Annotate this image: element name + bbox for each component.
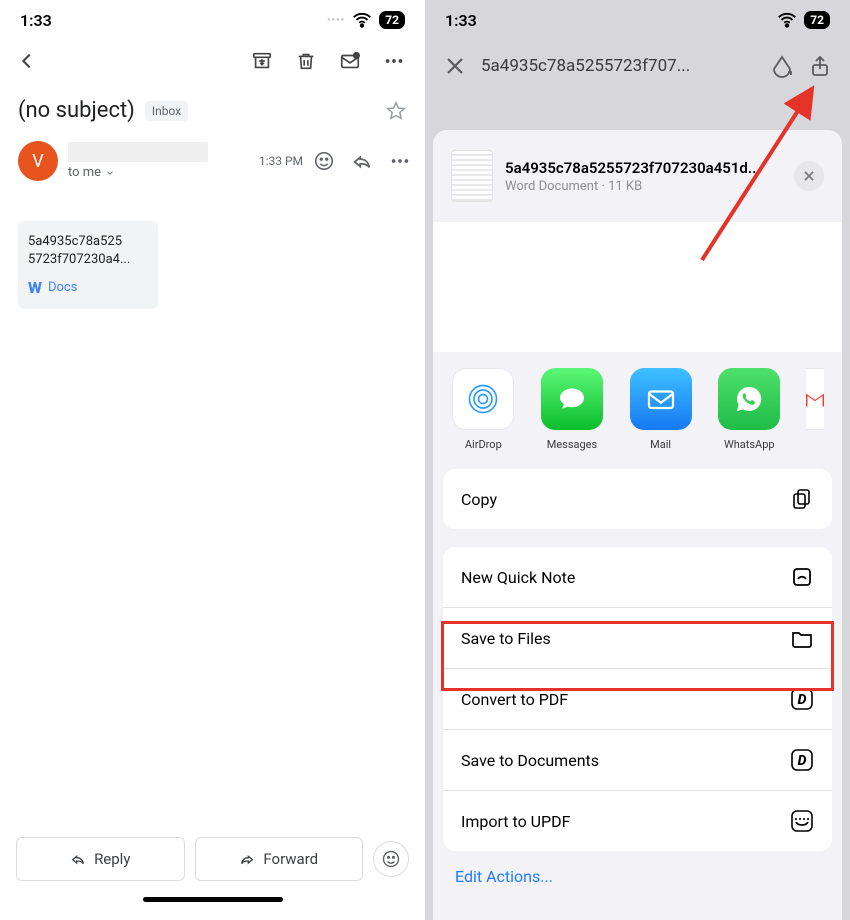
doc-thumbnail bbox=[451, 150, 493, 202]
recipient-line[interactable]: to me bbox=[68, 165, 249, 180]
svg-text:D: D bbox=[798, 753, 807, 769]
preview-title: 5a4935c78a5255723f707... bbox=[481, 56, 756, 76]
cellular-dots-icon: •••• bbox=[327, 15, 345, 26]
forward-button[interactable]: Forward bbox=[195, 837, 364, 881]
status-time: 1:33 bbox=[20, 11, 52, 30]
airdrop-icon bbox=[452, 368, 514, 430]
reply-button[interactable]: Reply bbox=[16, 837, 185, 881]
status-right: •••• 72 bbox=[327, 9, 405, 31]
attachment-name-l1: 5a4935c78a525 bbox=[28, 233, 148, 251]
reply-label: Reply bbox=[94, 850, 130, 868]
share-doc-name: 5a4935c78a5255723f707230a451d... bbox=[505, 159, 782, 177]
gmail-bottom-bar: Reply Forward bbox=[0, 837, 425, 902]
share-sheet: 5a4935c78a5255723f707230a451d... Word Do… bbox=[433, 130, 842, 920]
messages-icon bbox=[541, 368, 603, 430]
archive-icon[interactable] bbox=[251, 50, 273, 72]
avatar[interactable]: V bbox=[18, 141, 58, 181]
copy-group: Copy bbox=[443, 469, 832, 529]
action-new-quick-note[interactable]: New Quick Note bbox=[443, 547, 832, 607]
actions-group: New Quick Note Save to Files Convert to … bbox=[443, 547, 832, 851]
doc-size: 11 KB bbox=[608, 179, 642, 194]
app-label: WhatsApp bbox=[724, 438, 775, 451]
share-apps-row[interactable]: AirDrop Messages Mail WhatsApp bbox=[433, 362, 842, 451]
attachment-chip[interactable]: 5a4935c78a525 5723f707230a4... W Docs bbox=[18, 221, 158, 309]
app-messages[interactable]: Messages bbox=[540, 368, 605, 451]
updf-icon bbox=[790, 809, 814, 833]
docs-w-icon: W bbox=[28, 278, 42, 297]
copy-label: Copy bbox=[461, 490, 497, 509]
copy-icon bbox=[790, 487, 814, 511]
reply-arrow-icon bbox=[70, 851, 86, 867]
share-close-button[interactable] bbox=[794, 161, 824, 191]
message-time: 1:33 PM bbox=[259, 154, 303, 168]
sender-row[interactable]: V to me 1:33 PM bbox=[0, 127, 425, 181]
battery-badge-r: 72 bbox=[804, 11, 830, 29]
sender-name-redacted bbox=[68, 142, 208, 162]
share-doc-sub: Word Document · 11 KB bbox=[505, 179, 782, 194]
app-d-icon: D bbox=[790, 687, 814, 711]
attachment-type: Docs bbox=[48, 280, 77, 295]
status-bar-left: 1:33 •••• 72 bbox=[0, 0, 425, 40]
action-label: Convert to PDF bbox=[461, 690, 568, 709]
action-import-to-updf[interactable]: Import to UPDF bbox=[443, 790, 832, 851]
action-save-to-documents[interactable]: Save to Documents D bbox=[443, 729, 832, 790]
action-copy[interactable]: Copy bbox=[443, 469, 832, 529]
folder-icon bbox=[790, 626, 814, 650]
app-whatsapp[interactable]: WhatsApp bbox=[717, 368, 782, 451]
app-label: Mail bbox=[650, 438, 671, 451]
preview-toolbar: 5a4935c78a5255723f707... bbox=[425, 40, 850, 92]
subject-row: (no subject) Inbox bbox=[0, 82, 425, 127]
markup-icon[interactable] bbox=[770, 54, 794, 78]
preview-pane: 1:33 72 5a4935c78a5255723f707... 5a4935c… bbox=[425, 0, 850, 920]
action-label: Save to Documents bbox=[461, 751, 599, 770]
star-icon[interactable] bbox=[385, 100, 407, 122]
app-label: AirDrop bbox=[465, 438, 502, 451]
action-convert-to-pdf[interactable]: Convert to PDF D bbox=[443, 668, 832, 729]
back-icon[interactable] bbox=[16, 50, 38, 72]
message-more-icon[interactable] bbox=[389, 150, 411, 172]
action-label: New Quick Note bbox=[461, 568, 575, 587]
app-airdrop[interactable]: AirDrop bbox=[451, 368, 516, 451]
battery-badge: 72 bbox=[379, 11, 405, 29]
app-d-icon: D bbox=[790, 748, 814, 772]
action-label: Save to Files bbox=[461, 629, 551, 648]
chevron-down-icon bbox=[105, 168, 115, 178]
gmail-icon bbox=[806, 368, 824, 430]
share-header: 5a4935c78a5255723f707230a451d... Word Do… bbox=[433, 130, 842, 222]
share-icon[interactable] bbox=[808, 54, 832, 78]
app-mail[interactable]: Mail bbox=[628, 368, 693, 451]
recipient-text: to me bbox=[68, 165, 101, 180]
wifi-icon bbox=[351, 9, 373, 31]
action-save-to-files[interactable]: Save to Files bbox=[443, 607, 832, 668]
inbox-badge[interactable]: Inbox bbox=[145, 101, 188, 121]
action-label: Import to UPDF bbox=[461, 812, 571, 831]
emoji-button[interactable] bbox=[373, 841, 409, 877]
app-label: Messages bbox=[547, 438, 597, 451]
app-gmail-partial[interactable] bbox=[806, 368, 824, 451]
wifi-icon-r bbox=[776, 9, 798, 31]
subject-text: (no subject) bbox=[18, 98, 135, 123]
attachment-name-l2: 5723f707230a4... bbox=[28, 251, 148, 269]
svg-text:D: D bbox=[798, 692, 807, 708]
status-bar-right: 1:33 72 bbox=[425, 0, 850, 40]
share-preview-area bbox=[433, 222, 842, 352]
gmail-pane: 1:33 •••• 72 bbox=[0, 0, 425, 920]
react-icon[interactable] bbox=[313, 150, 335, 172]
more-icon[interactable] bbox=[383, 50, 405, 72]
reply-icon[interactable] bbox=[351, 150, 373, 172]
forward-arrow-icon bbox=[239, 851, 255, 867]
mail-icon bbox=[630, 368, 692, 430]
edit-actions-link[interactable]: Edit Actions... bbox=[433, 851, 842, 892]
gmail-toolbar bbox=[0, 40, 425, 82]
forward-label: Forward bbox=[263, 850, 318, 868]
status-time-r: 1:33 bbox=[445, 11, 477, 30]
delete-icon[interactable] bbox=[295, 50, 317, 72]
quicknote-icon bbox=[790, 565, 814, 589]
close-icon[interactable] bbox=[443, 54, 467, 78]
home-indicator[interactable] bbox=[143, 897, 283, 902]
doc-kind: Word Document bbox=[505, 179, 598, 194]
mark-unread-icon[interactable] bbox=[339, 50, 361, 72]
whatsapp-icon bbox=[718, 368, 780, 430]
